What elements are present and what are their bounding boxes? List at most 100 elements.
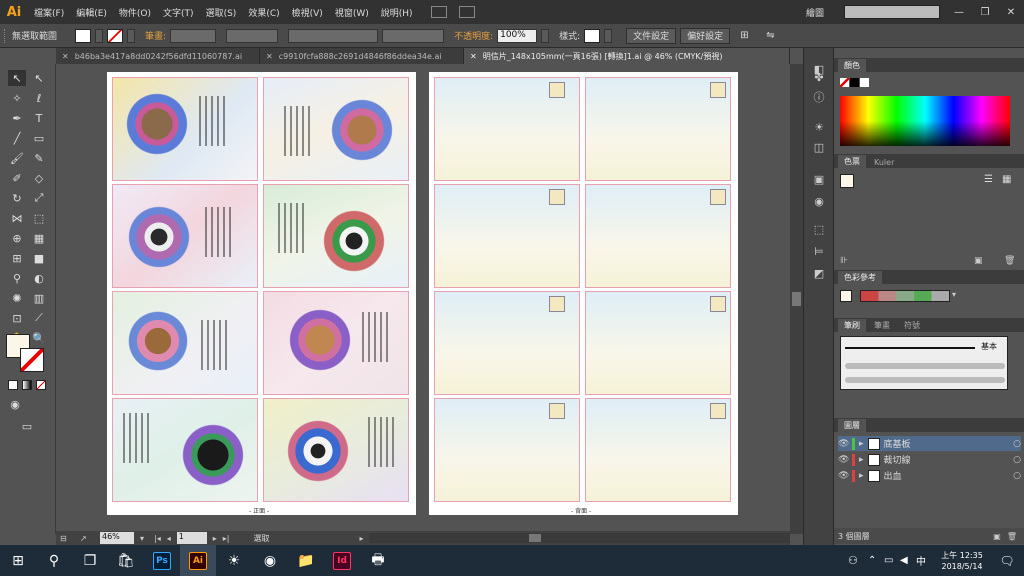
tab-document-2[interactable]: ✕ c9910fcfa888c2691d4846f86ddea34e.ai: [260, 48, 464, 64]
pencil-tool-icon[interactable]: ✎: [30, 150, 48, 166]
align-panel-icon[interactable]: ⊨: [811, 244, 827, 258]
list-view-icon[interactable]: ☰: [984, 174, 998, 186]
color-panel-tab[interactable]: 顏色: [838, 59, 866, 72]
artboard-front[interactable]: - 正面 -: [107, 72, 416, 515]
tab-document-1[interactable]: ✕ b46ba3e417a8dd0242f56dfd11060787.ai: [56, 48, 260, 64]
last-artboard-icon[interactable]: ▸|: [223, 534, 230, 543]
next-artboard-icon[interactable]: ▸: [213, 534, 217, 543]
search-icon[interactable]: ⚲: [36, 545, 72, 576]
clock[interactable]: 上午 12:35 2018/5/14: [934, 550, 990, 572]
export-icon[interactable]: ↗: [80, 534, 94, 543]
color-guide-harmony[interactable]: [860, 290, 950, 302]
swatch-fill-stroke[interactable]: [840, 174, 854, 188]
indesign-taskbar-button[interactable]: Id: [324, 545, 360, 576]
zoom-field[interactable]: 46%: [100, 532, 134, 544]
notifications-icon[interactable]: 🗨: [990, 554, 1024, 568]
visibility-eye-icon[interactable]: 👁: [838, 455, 849, 465]
color-guide-base[interactable]: [840, 290, 852, 302]
pathfinder-panel-icon[interactable]: ◩: [811, 266, 827, 280]
brush-sample-2[interactable]: [845, 377, 1005, 383]
style-dropdown[interactable]: [604, 28, 613, 43]
transform-panel-icon[interactable]: ⬚: [811, 222, 827, 236]
menu-object[interactable]: 物件(O): [113, 6, 157, 19]
minimize-icon[interactable]: —: [946, 7, 972, 18]
gradient-tool-icon[interactable]: ■: [30, 250, 48, 266]
menu-file[interactable]: 檔案(F): [28, 6, 70, 19]
visibility-eye-icon[interactable]: 👁: [838, 471, 849, 481]
volume-icon[interactable]: ◀: [900, 555, 916, 566]
target-icon[interactable]: ○: [1013, 439, 1021, 449]
prev-artboard-icon[interactable]: ◂: [167, 534, 171, 543]
gradient-panel-icon[interactable]: ▣: [811, 172, 827, 186]
tab-close-icon[interactable]: ✕: [62, 52, 69, 61]
preferences-button[interactable]: 偏好設定: [680, 27, 731, 44]
first-artboard-icon[interactable]: |◂: [154, 534, 161, 543]
fill-swatch[interactable]: [75, 28, 92, 43]
brightness-icon[interactable]: ☀: [216, 545, 252, 576]
swatches-tab[interactable]: 色票: [838, 155, 866, 168]
perspective-grid-tool-icon[interactable]: ▦: [30, 230, 48, 246]
delete-layer-icon[interactable]: 🗑: [1007, 532, 1017, 541]
eraser-tool-icon[interactable]: ◇: [30, 170, 48, 186]
grid-view-icon[interactable]: ▦: [1002, 174, 1016, 186]
rectangle-tool-icon[interactable]: ▭: [30, 130, 48, 146]
kuler-tab[interactable]: Kuler: [868, 157, 900, 168]
transparency-panel-icon[interactable]: ◉: [811, 194, 827, 208]
pen-tool-icon[interactable]: ✒: [8, 110, 26, 126]
expand-arrow-icon[interactable]: ▸: [859, 471, 864, 481]
artboard-number-field[interactable]: 1: [176, 532, 207, 544]
brushes-tab[interactable]: 筆刷: [838, 319, 866, 332]
ime-indicator[interactable]: 中: [916, 553, 934, 568]
people-icon[interactable]: ⚇: [848, 554, 868, 567]
symbol-sprayer-tool-icon[interactable]: ✺: [8, 290, 26, 306]
document-canvas[interactable]: - 正面 - - 背面 - 正面 背面: [56, 64, 790, 519]
stroke-dropdown[interactable]: [127, 28, 136, 43]
paintbrush-tool-icon[interactable]: 🖌: [8, 150, 26, 166]
variable-width-field[interactable]: [226, 28, 279, 43]
tray-chevron-icon[interactable]: ⌃: [868, 555, 884, 566]
column-graph-tool-icon[interactable]: ▥: [30, 290, 48, 306]
style-swatch[interactable]: [584, 28, 601, 43]
status-arrow-icon[interactable]: ▸: [359, 534, 363, 543]
task-view-icon[interactable]: ❐: [72, 545, 108, 576]
menu-type[interactable]: 文字(T): [157, 6, 200, 19]
blob-brush-tool-icon[interactable]: ✐: [8, 170, 26, 186]
brush-field[interactable]: [382, 28, 445, 43]
layer-row-3[interactable]: 👁 ▸ 出血 ○: [838, 468, 1021, 483]
menu-window[interactable]: 視窗(W): [329, 6, 375, 19]
stroke-weight-field[interactable]: [170, 28, 217, 43]
chrome-icon[interactable]: ◉: [252, 545, 288, 576]
store-icon[interactable]: 🛍: [108, 545, 144, 576]
screen-mode-icon[interactable]: ▭: [18, 418, 36, 434]
free-transform-tool-icon[interactable]: ⬚: [30, 210, 48, 226]
opacity-field[interactable]: 100%: [497, 28, 538, 43]
line-tool-icon[interactable]: ╱: [8, 130, 26, 146]
new-swatch-icon[interactable]: ▣: [974, 256, 983, 266]
width-tool-icon[interactable]: ⋈: [8, 210, 26, 226]
magic-wand-tool-icon[interactable]: ✧: [8, 90, 26, 106]
printer-icon[interactable]: 🖶: [360, 545, 396, 576]
direct-selection-tool-icon[interactable]: ↖: [30, 70, 48, 86]
target-icon[interactable]: ○: [1013, 455, 1021, 465]
layer-name[interactable]: 裁切線: [884, 453, 1010, 466]
symbols-tab[interactable]: 符號: [898, 319, 926, 332]
tab-document-3[interactable]: ✕ 明信片_148x105mm(一頁16張) [轉換]1.ai @ 46% (C…: [464, 48, 790, 64]
shape-builder-tool-icon[interactable]: ⊕: [8, 230, 26, 246]
zoom-dropdown[interactable]: ▾: [140, 534, 148, 543]
arrange-documents-icon[interactable]: [458, 6, 475, 18]
info-panel-icon[interactable]: ⓘ: [811, 90, 827, 104]
color-spectrum[interactable]: [840, 96, 1010, 146]
swatch-library-icon[interactable]: ⊪: [840, 256, 848, 266]
artboard-tool-icon[interactable]: ⊡: [8, 310, 26, 326]
menu-effect[interactable]: 效果(C): [242, 6, 285, 19]
photoshop-taskbar-button[interactable]: Ps: [144, 545, 180, 576]
delete-swatch-icon[interactable]: 🗑: [1004, 256, 1015, 266]
mesh-tool-icon[interactable]: ⊞: [8, 250, 26, 266]
color-mode-icon[interactable]: [8, 380, 18, 390]
align-icon[interactable]: ⊞: [740, 30, 756, 41]
scroll-thumb[interactable]: [792, 292, 801, 306]
eyedropper-tool-icon[interactable]: ⚲: [8, 270, 26, 286]
slice-tool-icon[interactable]: ⟋: [30, 310, 48, 326]
maximize-icon[interactable]: ❐: [972, 7, 998, 18]
layer-name[interactable]: 出血: [884, 469, 1010, 482]
